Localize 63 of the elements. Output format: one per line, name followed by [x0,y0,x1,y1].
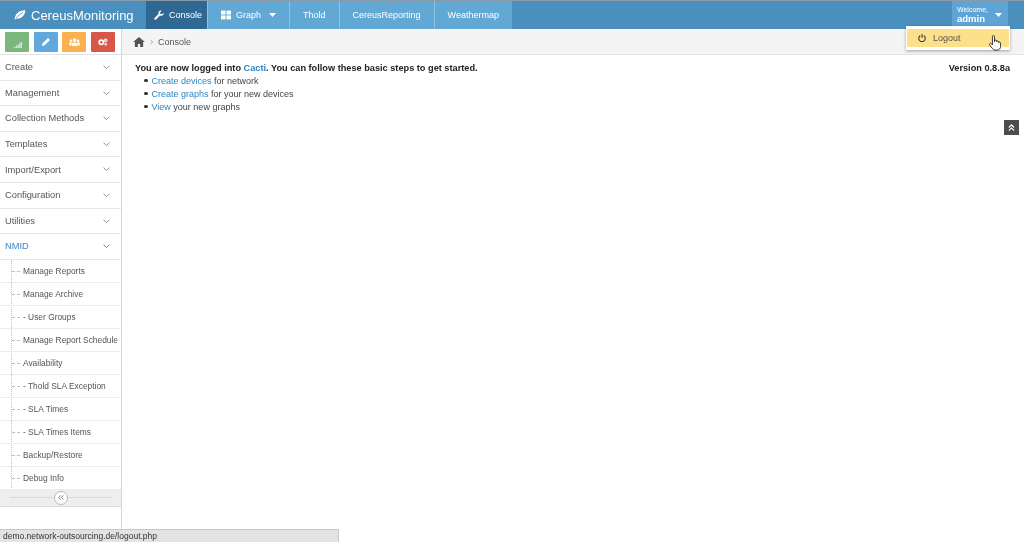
sidebar-submenu-item[interactable]: Debug Info [0,466,121,490]
sidebar-submenu-item[interactable]: Availability [0,351,121,375]
home-link[interactable] [133,36,145,47]
inline-link[interactable]: Create graphs [151,88,209,99]
sidebar-submenu-item[interactable]: - SLA Times [0,397,121,421]
sidebar-menu-item[interactable]: Utilities [0,208,121,235]
double-chevron-left-icon [57,495,64,501]
inline-link[interactable]: View [151,101,171,112]
sidebar-menu-item[interactable]: Management [0,80,121,107]
sidebar-submenu-item[interactable]: Manage Archive [0,282,121,306]
sidebar-menu-item[interactable]: Collection Methods [0,106,121,132]
wrench-icon [154,10,164,20]
gears-icon [97,38,108,46]
power-icon [918,34,926,42]
sidebar-menu-item[interactable]: Configuration [0,182,121,209]
scroll-to-top-button[interactable] [1004,120,1019,135]
step-text: Create graphs for your new devices [151,88,294,99]
sidebar-menu-item[interactable]: Import/Export [0,157,121,183]
step-text: View your new graphs [151,101,240,112]
collapse-sidebar-button[interactable] [53,490,68,505]
nav-tab[interactable]: Console [146,1,208,29]
chevron-down-icon [103,141,110,147]
logout-menu-item[interactable]: Logout [907,29,1009,47]
bullet-icon [144,78,148,83]
sidebar-submenu-item[interactable]: Backup/Restore [0,443,121,467]
breadcrumb-link[interactable]: Console [158,36,192,47]
sidebar-submenu-item[interactable]: - Thold SLA Exception [0,374,121,398]
chevron-down-icon [103,90,110,96]
chevron-down-icon [103,244,110,249]
chevron-down-icon [103,167,110,172]
home-icon [133,36,145,47]
quick-action-button[interactable] [90,32,115,52]
quick-action-button[interactable] [33,32,58,52]
double-chevron-up-icon [1008,124,1015,131]
sidebar-submenu-item[interactable]: Manage Reports [0,259,121,283]
chevron-right-icon [150,38,153,45]
caret-down-icon [995,12,1002,17]
intro-text: You are now logged into Cacti. You can follow these basic steps to get started. [135,63,478,73]
leaf-icon [14,10,26,20]
status-bar-url: demo.network-outsourcing.de/logout.php [0,529,339,542]
signal-bars-icon [14,41,22,48]
brand-logo[interactable]: CereusMonitoring [0,1,146,29]
chevron-down-icon [103,218,110,224]
sidebar-menu-item[interactable]: NMID [0,234,121,260]
sidebar-submenu-item[interactable]: - SLA Times Items [0,420,121,444]
chevron-down-icon [103,193,110,198]
quick-action-button[interactable] [5,32,29,52]
sidebar-submenu-item[interactable]: Manage Report Schedule [0,328,121,352]
bullet-icon [144,104,148,109]
version-label: Version 0.8.8a [948,63,1010,73]
sidebar-menu-item[interactable]: Templates [0,131,121,158]
sidebar-submenu-item[interactable]: - User Groups [0,305,121,329]
bullet-icon [144,91,148,96]
step-text: Create devices for network [151,75,259,86]
inline-link[interactable]: Create devices [151,75,212,86]
chevron-down-icon [103,65,110,70]
sidebar-menu-item[interactable]: Create [0,55,121,81]
chevron-down-icon [103,116,110,121]
inline-link[interactable]: Cacti [243,63,266,73]
grid-icon [221,10,232,20]
users-icon [68,38,80,46]
pencil-icon [41,38,50,46]
quick-action-button[interactable] [62,32,86,52]
